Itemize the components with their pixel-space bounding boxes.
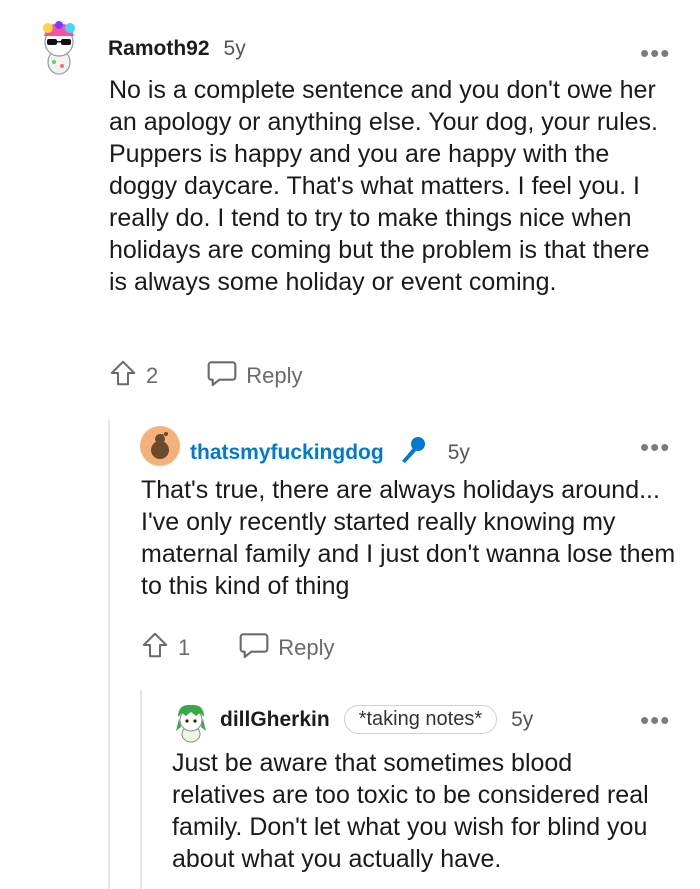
upvote-icon[interactable] [108,358,138,394]
more-options-button[interactable]: ••• [640,40,670,66]
reply-label: Reply [246,363,303,388]
comment-body: No is a complete sentence and you don't … [109,76,658,296]
comment-author[interactable]: thatsmyfuckingdog [190,441,384,465]
reply-button[interactable]: Reply [238,630,335,666]
vote-count: 2 [146,363,159,388]
comment-body: That's true, there are always holidays a… [141,476,676,600]
comment-ramoth92: Ramoth92 5y ••• No is a complete sentenc… [0,0,700,400]
comment-timestamp: 5y [511,707,534,731]
reply-button[interactable]: Reply [206,358,303,394]
comment-timestamp: 5y [447,440,470,464]
comment-timestamp: 5y [223,37,246,60]
reply-icon [206,358,238,394]
comment-author[interactable]: Ramoth92 [108,37,210,61]
comment-body: Just be aware that sometimes blood relat… [172,749,649,873]
avatar[interactable] [172,701,210,743]
comment-dillgherkin: dillGherkin *taking notes* 5y ••• Just b… [0,695,700,889]
upvote-icon[interactable] [140,630,170,666]
more-options-button[interactable]: ••• [640,434,670,460]
reply-icon [238,630,270,666]
more-options-button[interactable]: ••• [640,707,670,733]
reply-label: Reply [278,635,335,660]
avatar[interactable] [36,18,82,76]
user-flair: *taking notes* [343,705,498,734]
vote-count: 1 [178,635,191,660]
comment-thatsmyfuckingdog: thatsmyfuckingdog 5y ••• That's true, th… [0,420,700,680]
op-microphone-icon [396,433,430,472]
avatar[interactable] [140,426,180,466]
comment-author[interactable]: dillGherkin [220,708,330,732]
